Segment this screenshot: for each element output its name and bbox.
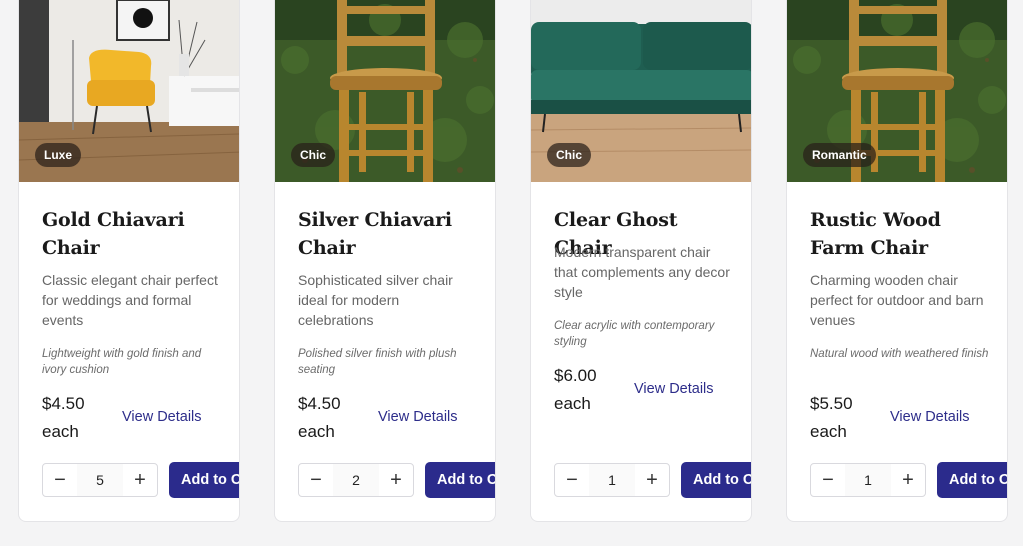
product-image[interactable]: Chic [275, 0, 496, 182]
product-feature: Lightweight with gold finish and ivory c… [42, 348, 202, 376]
add-to-cart-button[interactable]: Add to Cart [681, 462, 751, 498]
quantity-input[interactable] [845, 464, 891, 496]
product-card: Chic Silver Chiavari Chair Sophisticated… [274, 0, 496, 522]
product-feature: Clear acrylic with contemporary styling [554, 320, 715, 348]
minus-icon[interactable]: − [43, 464, 77, 496]
product-card: Chic Clear Ghost Chair Modern transparen… [530, 0, 752, 522]
product-card: Luxe Gold Chiavari Chair Classic elegant… [18, 0, 240, 522]
add-to-cart-button[interactable]: Add to Cart [425, 462, 495, 498]
add-to-cart-button[interactable]: Add to Cart [169, 462, 239, 498]
quantity-stepper: − + [810, 463, 926, 497]
product-description: Sophisticated silver chair ideal for mod… [298, 272, 453, 328]
plus-icon[interactable]: + [891, 464, 925, 496]
minus-icon[interactable]: − [299, 464, 333, 496]
quantity-stepper: − + [298, 463, 414, 497]
product-description: Classic elegant chair perfect for weddin… [42, 272, 218, 328]
product-image[interactable]: Romantic [787, 0, 1008, 182]
minus-icon[interactable]: − [555, 464, 589, 496]
product-price: $4.50 each [298, 394, 341, 441]
quantity-input[interactable] [77, 464, 123, 496]
quantity-stepper: − + [42, 463, 158, 497]
product-feature: Polished silver finish with plush seatin… [298, 348, 457, 376]
minus-icon[interactable]: − [811, 464, 845, 496]
view-details-link[interactable]: View Details [634, 381, 714, 397]
product-card: Romantic Rustic Wood Farm Chair Charming… [786, 0, 1008, 522]
product-title: Gold Chiavari Chair [42, 209, 185, 259]
plus-icon[interactable]: + [379, 464, 413, 496]
plus-icon[interactable]: + [635, 464, 669, 496]
quantity-stepper: − + [554, 463, 670, 497]
product-title: Silver Chiavari Chair [298, 209, 452, 259]
product-tag: Chic [547, 143, 592, 167]
product-feature: Natural wood with weathered finish [810, 348, 989, 360]
product-image[interactable]: Luxe [19, 0, 240, 182]
product-description: Charming wooden chair perfect for outdoo… [810, 272, 984, 328]
add-to-cart-button[interactable]: Add to Cart [937, 462, 1007, 498]
product-tag: Luxe [35, 143, 82, 167]
view-details-link[interactable]: View Details [890, 409, 970, 425]
product-price: $5.50 each [810, 394, 853, 441]
product-tag: Chic [291, 143, 336, 167]
product-grid: Luxe Gold Chiavari Chair Classic elegant… [18, 0, 1008, 522]
quantity-input[interactable] [333, 464, 379, 496]
product-title: Rustic Wood Farm Chair [810, 209, 941, 259]
product-description: Modern transparent chair that complement… [554, 244, 730, 300]
product-price: $4.50 each [42, 394, 85, 441]
quantity-input[interactable] [589, 464, 635, 496]
plus-icon[interactable]: + [123, 464, 157, 496]
view-details-link[interactable]: View Details [122, 409, 202, 425]
product-image[interactable]: Chic [531, 0, 752, 182]
product-price: $6.00 each [554, 366, 597, 413]
view-details-link[interactable]: View Details [378, 409, 458, 425]
product-tag: Romantic [803, 143, 876, 167]
